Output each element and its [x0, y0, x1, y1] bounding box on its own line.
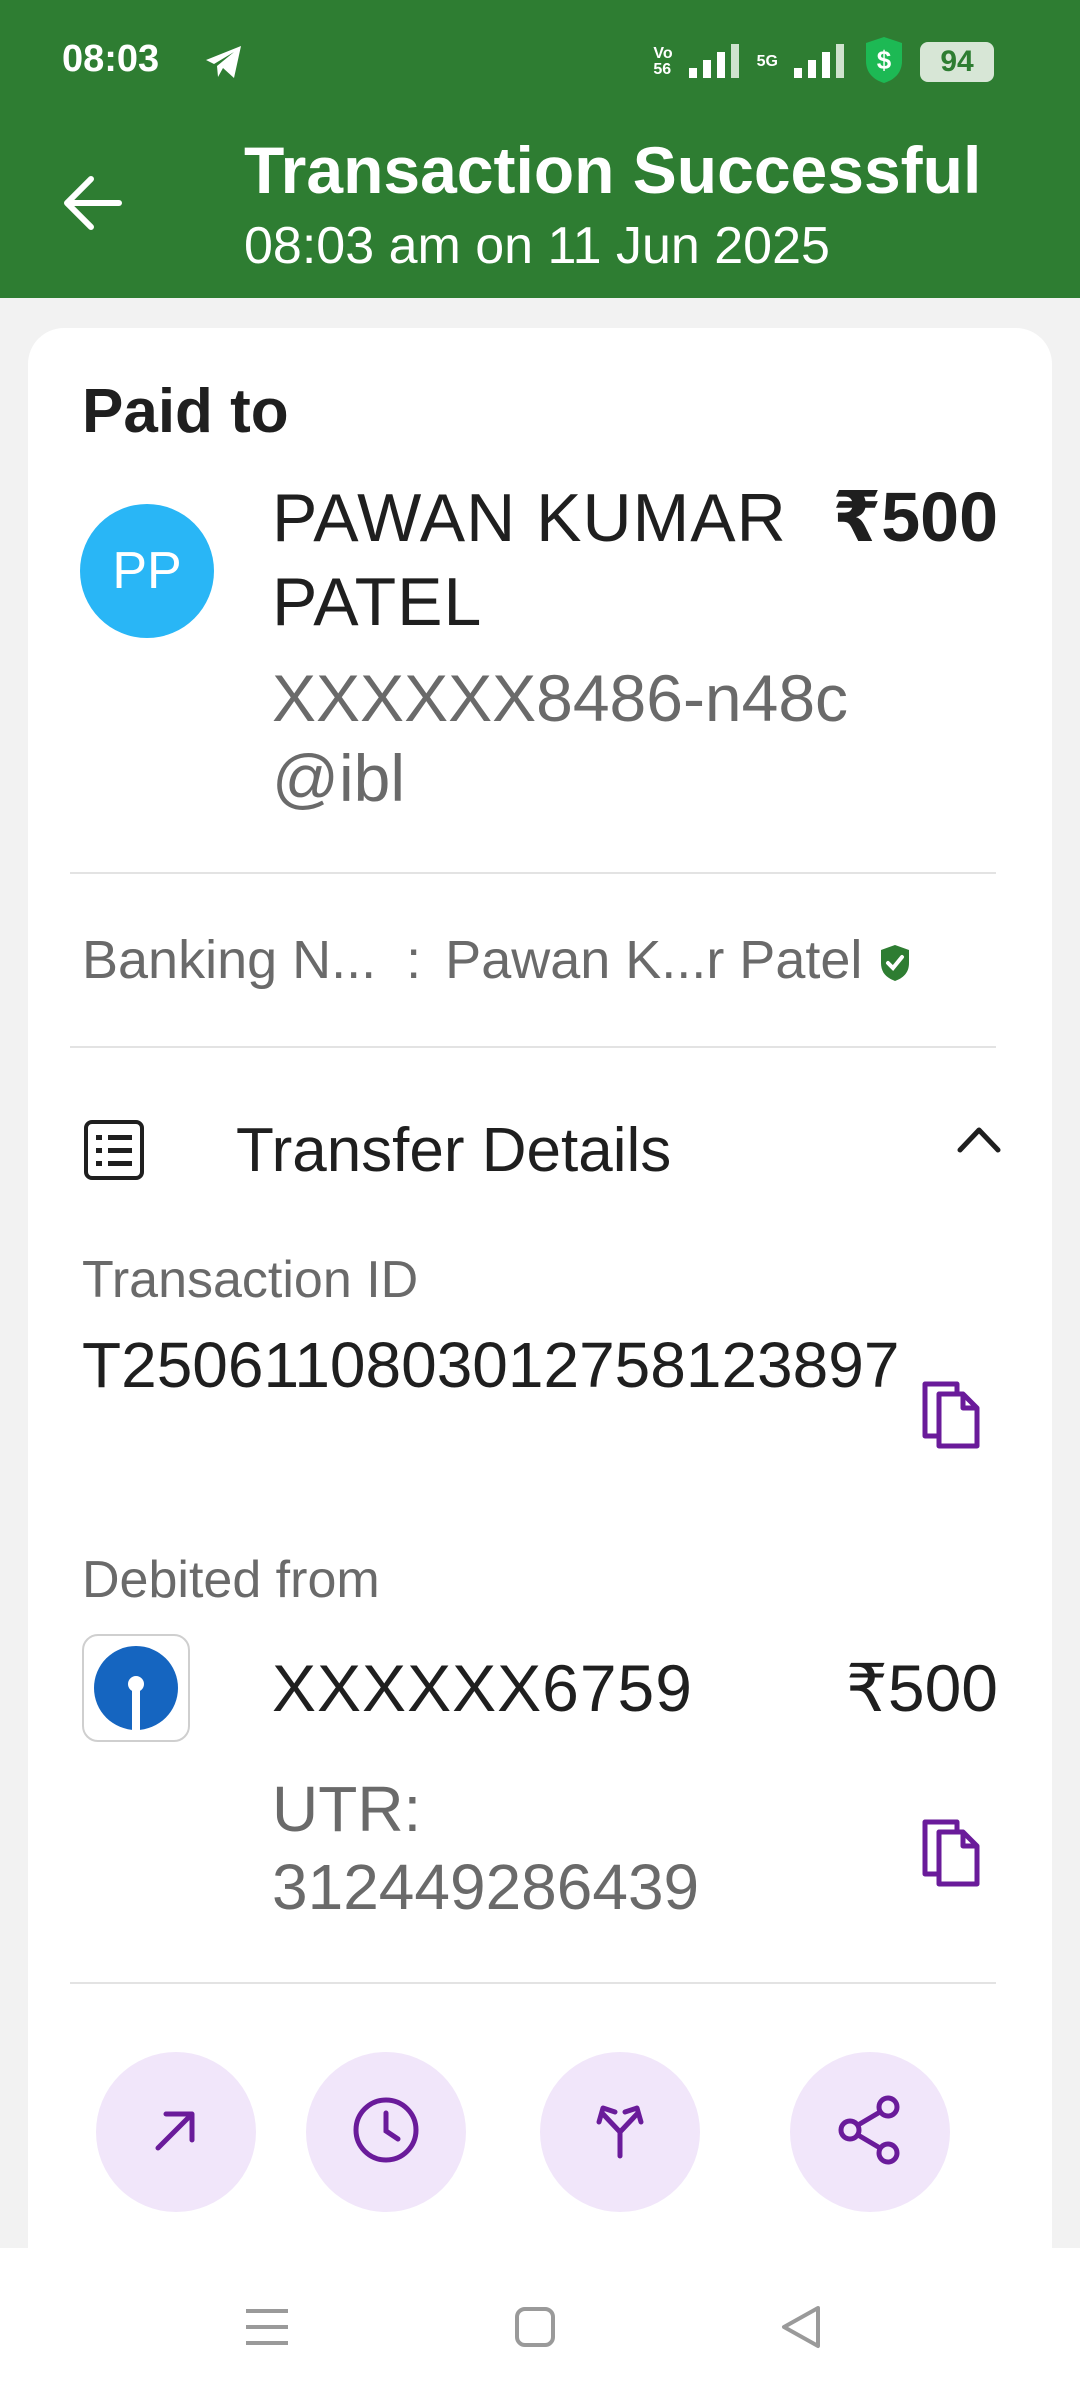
- avatar: PP: [80, 504, 214, 638]
- divider: [70, 872, 996, 874]
- transaction-card: Paid to PP PAWAN KUMAR PATEL ₹500 XXXXXX…: [28, 328, 1052, 2328]
- receipt-list-icon: [82, 1118, 146, 1182]
- utr-number: UTR: 312449286439: [272, 1773, 700, 1923]
- back-nav-button[interactable]: [766, 2292, 836, 2362]
- paid-to-label: Paid to: [82, 377, 289, 446]
- back-button[interactable]: [58, 168, 128, 238]
- copy-utr-button[interactable]: [916, 1814, 986, 1894]
- chevron-up-icon[interactable]: [956, 1124, 1002, 1159]
- 5g-signal-icon: [792, 40, 848, 85]
- page-title: Transaction Successful: [244, 133, 982, 207]
- split-button[interactable]: [540, 2052, 700, 2212]
- signal-icon: [687, 40, 743, 85]
- status-icons: Vo 56 5G $ 94: [653, 36, 994, 88]
- separator: :: [406, 930, 422, 990]
- banking-name-value: Pawan K...r Patel: [445, 930, 863, 990]
- money-app-icon: $: [862, 35, 906, 90]
- battery-icon: 94: [920, 42, 994, 82]
- send-again-button[interactable]: [96, 2052, 256, 2212]
- payee-name: PAWAN KUMAR PATEL: [272, 480, 787, 640]
- volte-label: Vo 56: [653, 45, 673, 78]
- app-header: 08:03 Vo 56 5G $ 94 Transaction Successfu…: [0, 0, 1080, 298]
- action-buttons-row: [28, 2052, 1052, 2212]
- debit-account-number: XXXXXX6759: [272, 1651, 693, 1725]
- paid-amount: ₹500: [832, 478, 999, 556]
- arrow-up-right-icon: [148, 2102, 204, 2163]
- verified-shield-icon: [878, 934, 912, 996]
- banking-name-row: Banking N... : Pawan K...r Patel: [82, 924, 1022, 996]
- system-nav-bar: [0, 2248, 1080, 2400]
- divider: [70, 1046, 996, 1048]
- transaction-id-value: T2506110803012758123897: [82, 1329, 900, 1401]
- bank-logo: [82, 1634, 190, 1742]
- divider: [70, 1982, 996, 1984]
- clock-icon: [351, 2095, 421, 2170]
- status-time: 08:03: [62, 38, 160, 80]
- payee-upi-id: XXXXXX8486-n48c@ibl: [272, 661, 849, 815]
- transaction-id-label: Transaction ID: [82, 1251, 419, 1309]
- telegram-icon: [204, 44, 244, 85]
- copy-transaction-id-button[interactable]: [916, 1376, 986, 1456]
- share-icon: [838, 2095, 902, 2170]
- recent-apps-button[interactable]: [232, 2292, 302, 2362]
- home-button[interactable]: [500, 2292, 570, 2362]
- transfer-details-title: Transfer Details: [236, 1115, 672, 1185]
- banking-name-label: Banking N...: [82, 930, 377, 990]
- debited-from-label: Debited from: [82, 1551, 380, 1609]
- split-arrows-icon: [595, 2100, 645, 2165]
- share-button[interactable]: [790, 2052, 950, 2212]
- transaction-timestamp: 08:03 am on 11 Jun 2025: [244, 217, 830, 275]
- svg-text:$: $: [877, 45, 892, 75]
- debit-amount: ₹500: [845, 1651, 998, 1725]
- history-button[interactable]: [306, 2052, 466, 2212]
- 5g-label: 5G: [756, 53, 778, 70]
- transfer-details-toggle[interactable]: Transfer Details: [82, 1100, 1022, 1200]
